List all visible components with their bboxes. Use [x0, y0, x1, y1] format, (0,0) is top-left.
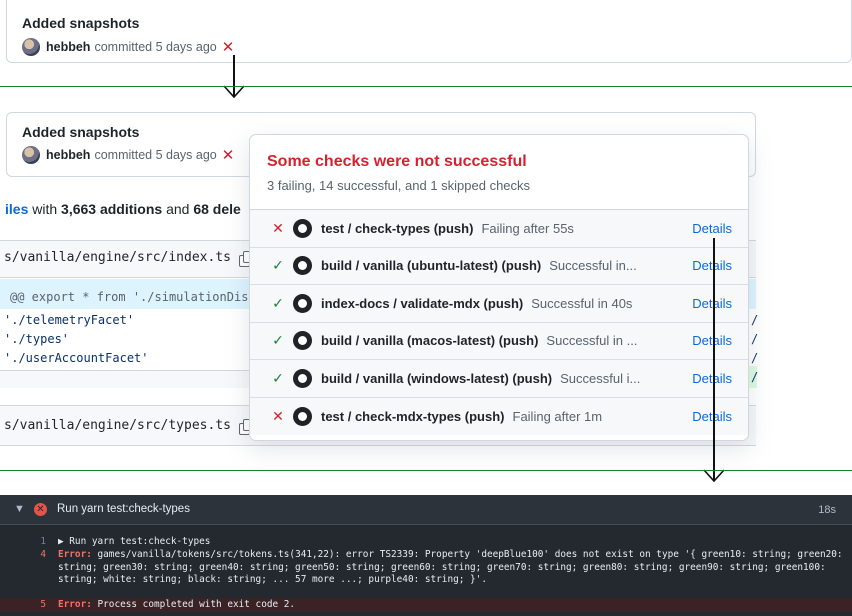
chevron-down-icon[interactable]: ▼ — [14, 503, 25, 515]
commit-author[interactable]: hebbeh — [46, 40, 90, 54]
log-text: games/vanilla/tokens/src/tokens.ts(341,2… — [91, 549, 843, 560]
line-number: 4 — [40, 549, 46, 560]
log-line: string; green30: string; green40: string… — [0, 562, 852, 575]
file-path[interactable]: s/vanilla/engine/src/index.ts — [4, 250, 254, 267]
check-status-text: Successful in... — [549, 258, 637, 274]
file-path[interactable]: s/vanilla/engine/src/types.ts — [4, 418, 254, 435]
line-number: 1 — [40, 536, 46, 547]
diff-fragment: / — [751, 370, 759, 384]
log-text: Process completed with exit code 2. — [91, 599, 296, 610]
check-row[interactable]: ✓ build / vanilla (windows-latest) (push… — [250, 360, 748, 398]
avatar[interactable] — [22, 146, 40, 164]
checks-popover: Some checks were not successful 3 failin… — [249, 134, 749, 441]
x-mark-icon[interactable]: ✕ — [222, 38, 235, 56]
log-line: 1 ▶ Run yarn test:check-types — [0, 536, 852, 549]
files-with: with — [28, 201, 62, 217]
popover-subtitle: 3 failing, 14 successful, and 1 skipped … — [267, 178, 531, 193]
files-and: and — [162, 201, 194, 217]
error-label: Error: — [58, 549, 92, 560]
check-status-text: Failing after 55s — [481, 220, 574, 236]
diff-fragment: / — [751, 313, 759, 327]
check-name: index-docs / validate-mdx (push) — [321, 295, 524, 311]
log-step-title: Run yarn test:check-types — [57, 503, 190, 515]
x-mark-icon: ✕ — [272, 219, 284, 236]
log-line: 4 Error: games/vanilla/tokens/src/tokens… — [0, 549, 852, 562]
arrow-down-icon — [713, 238, 715, 481]
x-circle-icon: ✕ — [34, 503, 47, 516]
github-icon — [293, 331, 312, 351]
log-text: string; green30: string; green40: string… — [58, 561, 826, 573]
check-row[interactable]: ✓ index-docs / validate-mdx (push) Succe… — [250, 285, 748, 323]
log-text: string; white: string; black: string; ..… — [58, 574, 487, 585]
check-status-text: Successful in ... — [546, 333, 638, 349]
error-label: Error: — [58, 599, 92, 610]
check-row[interactable]: ✕ test / check-types (push) Failing afte… — [250, 210, 748, 248]
log-line: 5 Error: Process completed with exit cod… — [0, 598, 852, 612]
popover-header: Some checks were not successful 3 failin… — [250, 135, 748, 210]
x-mark-icon[interactable]: ✕ — [222, 146, 235, 164]
line-number: 5 — [40, 599, 46, 610]
commit-time: committed 5 days ago — [94, 40, 217, 54]
check-row[interactable]: ✓ build / vanilla (macos-latest) (push) … — [250, 322, 748, 360]
additions-count: 3,663 additions — [61, 201, 163, 217]
check-name: build / vanilla (windows-latest) (push) — [321, 370, 553, 386]
hunk-text: @@ export * from './simulationDis — [10, 290, 249, 304]
commit-title[interactable]: Added snapshots — [22, 15, 139, 31]
check-name: test / check-mdx-types (push) — [321, 408, 505, 424]
github-icon — [293, 218, 312, 238]
file-path-text[interactable]: s/vanilla/engine/src/types.ts — [4, 418, 231, 433]
check-mark-icon: ✓ — [272, 257, 284, 274]
check-row[interactable]: ✕ test / check-mdx-types (push) Failing … — [250, 397, 748, 435]
check-name: build / vanilla (ubuntu-latest) (push) — [321, 258, 542, 274]
check-status-text: Successful i... — [560, 370, 641, 386]
check-status-text: Failing after 1m — [512, 408, 603, 424]
github-icon — [293, 293, 312, 313]
check-row[interactable]: ✓ build / vanilla (ubuntu-latest) (push)… — [250, 247, 748, 285]
divider — [0, 470, 852, 471]
deletions-count: 68 dele — [193, 201, 241, 217]
log-step-header[interactable]: ▼ ✕ Run yarn test:check-types 18s — [0, 495, 852, 525]
x-mark-icon: ✕ — [272, 407, 284, 424]
check-mark-icon: ✓ — [272, 294, 284, 311]
job-log-panel: ▼ ✕ Run yarn test:check-types 18s 1 ▶ Ru… — [0, 495, 852, 616]
github-icon — [293, 406, 312, 426]
commit-title[interactable]: Added snapshots — [22, 124, 139, 140]
commit-meta: hebbeh committed 5 days ago ✕ — [22, 38, 234, 56]
file-path-text[interactable]: s/vanilla/engine/src/index.ts — [4, 250, 231, 265]
code-line: './userAccountFacet' — [4, 351, 149, 365]
avatar[interactable] — [22, 38, 40, 56]
commit-time: committed 5 days ago — [94, 148, 217, 162]
commit-meta: hebbeh committed 5 days ago ✕ — [22, 146, 234, 164]
github-icon — [293, 368, 312, 388]
code-line: './telemetryFacet' — [4, 313, 135, 327]
log-text: ▶ Run yarn test:check-types — [58, 536, 211, 547]
divider — [0, 86, 852, 87]
diff-fragment: / — [751, 351, 759, 365]
details-link[interactable]: Details — [692, 221, 732, 236]
check-status-text: Successful in 40s — [531, 295, 633, 311]
commit-author[interactable]: hebbeh — [46, 148, 90, 162]
files-link[interactable]: iles — [5, 201, 28, 217]
log-line: string; white: string; black: string; ..… — [0, 574, 852, 587]
log-step-duration: 18s — [818, 504, 836, 516]
files-summary: iles with 3,663 additions and 68 dele — [5, 201, 241, 217]
check-mark-icon: ✓ — [272, 369, 284, 386]
check-mark-icon: ✓ — [272, 332, 284, 349]
check-name: test / check-types (push) — [321, 220, 474, 236]
popover-title: Some checks were not successful — [267, 153, 527, 170]
github-icon — [293, 256, 312, 276]
diff-fragment: / — [751, 332, 759, 346]
check-name: build / vanilla (macos-latest) (push) — [321, 333, 539, 349]
code-line: './types' — [4, 332, 70, 346]
